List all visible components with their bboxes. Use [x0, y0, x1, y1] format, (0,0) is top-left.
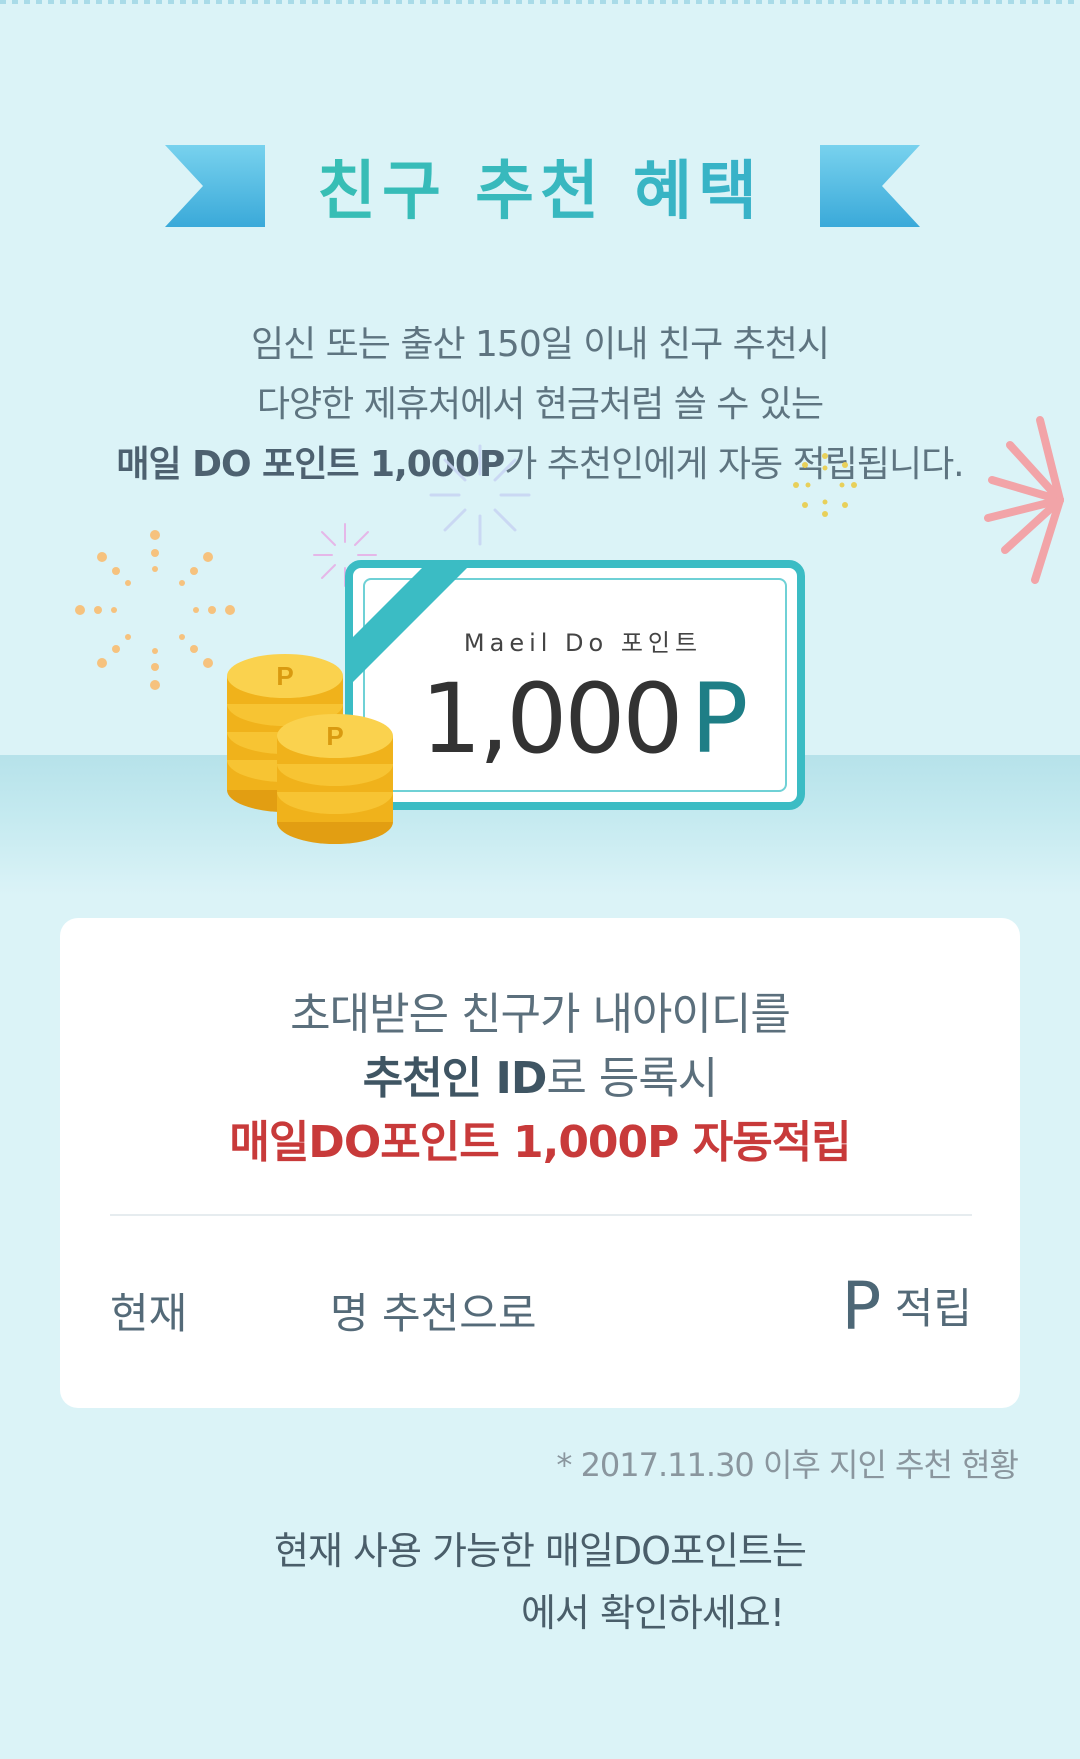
intro-line-3-rest: 가 추천인에게 자동 적립됩니다.: [504, 444, 964, 485]
footer-line-1: 현재 사용 가능한 매일DO포인트는: [274, 1529, 807, 1573]
status-point: P 적립: [842, 1268, 972, 1345]
intro-line-1: 임신 또는 출산 150일 이내 친구 추천시: [250, 324, 830, 365]
status-now-label: 현재: [110, 1289, 188, 1338]
status-count-label: 명 추천으로: [330, 1289, 537, 1338]
firework-icon: [984, 416, 1064, 584]
referral-status: 현재 명 추천으로 P 적립: [110, 1268, 972, 1350]
coin-mark-front: P: [326, 721, 343, 751]
status-point-suffix: 적립: [894, 1284, 972, 1333]
coin-stack-icon: P P: [227, 654, 393, 844]
benefit-line-2-bold: 추천인 ID: [362, 1053, 548, 1104]
footer-line-2: 에서 확인하세요!: [520, 1591, 785, 1635]
card-amount: 1,000 P: [353, 663, 813, 775]
card-amount-unit: P: [690, 663, 748, 775]
card-subtitle: Maeil Do 포인트: [463, 629, 703, 657]
benefit-text: 초대받은 친구가 내아이디를 추천인 ID로 등록시 매일DO포인트 1,000…: [60, 983, 1020, 1175]
status-point-unit: P: [841, 1268, 882, 1345]
firework-icon: [429, 444, 531, 546]
footnote: * 2017.11.30 이후 지인 추천 현황: [556, 1446, 1019, 1484]
benefit-line-2: 추천인 ID로 등록시: [60, 1047, 1020, 1111]
benefit-divider: [110, 1214, 972, 1216]
benefit-line-3: 매일DO포인트 1,000P 자동적립: [229, 1117, 851, 1168]
top-dashed-border: [0, 0, 1080, 4]
title-row: 친구 추천 혜택: [0, 140, 1080, 230]
coin-mark-back: P: [276, 661, 293, 691]
benefit-box: 초대받은 친구가 내아이디를 추천인 ID로 등록시 매일DO포인트 1,000…: [60, 918, 1020, 1408]
firework-icon: [793, 453, 857, 517]
intro-line-3: 매일 DO 포인트 1,000P가 추천인에게 자동 적립됩니다.: [0, 435, 1080, 495]
card-amount-value: 1,000: [420, 663, 684, 775]
benefit-line-1: 초대받은 친구가 내아이디를: [290, 989, 791, 1040]
benefit-line-2-rest: 로 등록시: [546, 1053, 718, 1104]
intro-text: 임신 또는 출산 150일 이내 친구 추천시 다양한 제휴처에서 현금처럼 쓸…: [0, 315, 1080, 495]
footer-text: 현재 사용 가능한 매일DO포인트는 에서 확인하세요!: [0, 1520, 1080, 1644]
ribbon-right-icon: [820, 145, 920, 227]
intro-line-2: 다양한 제휴처에서 현금처럼 쓸 수 있는: [256, 384, 824, 425]
